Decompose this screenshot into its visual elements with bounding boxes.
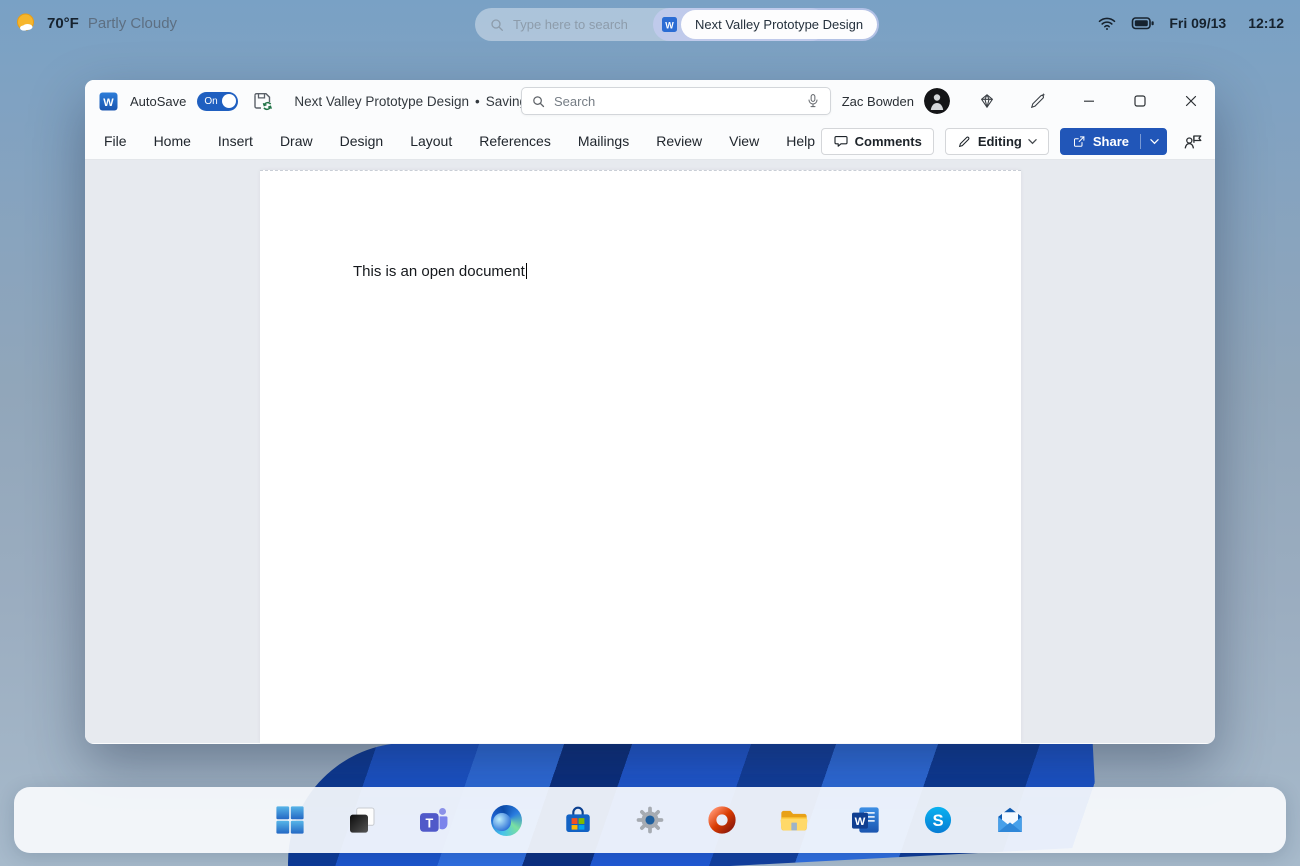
menu-help[interactable]: Help xyxy=(786,133,815,149)
settings-icon[interactable] xyxy=(633,803,667,837)
document-text: This is an open document xyxy=(353,263,525,280)
user-name[interactable]: Zac Bowden xyxy=(842,94,914,109)
clock-time: 12:12 xyxy=(1248,15,1284,31)
share-divider xyxy=(1140,133,1141,149)
text-cursor xyxy=(525,263,527,279)
minimize-button[interactable] xyxy=(1075,87,1103,115)
maximize-button[interactable] xyxy=(1126,87,1154,115)
word-icon: W xyxy=(660,15,679,34)
save-sync-icon[interactable] xyxy=(252,91,273,112)
clock-date: Fri 09/13 xyxy=(1169,15,1227,31)
word-window: W AutoSave On Next Valley Prototype Desi… xyxy=(85,80,1215,744)
menu-insert[interactable]: Insert xyxy=(218,133,253,149)
battery-icon xyxy=(1131,13,1155,33)
edge-icon[interactable] xyxy=(489,803,523,837)
desktop-search-bar[interactable]: W Next Valley Prototype Design xyxy=(475,8,880,41)
desktop-topbar: 70°F Partly Cloudy W Next Valley Prototy… xyxy=(0,0,1300,46)
menu-mailings[interactable]: Mailings xyxy=(578,133,629,149)
comments-label: Comments xyxy=(854,133,922,149)
autosave-label: AutoSave xyxy=(130,93,187,109)
chevron-down-icon xyxy=(1028,138,1037,145)
diamond-icon[interactable] xyxy=(973,87,1001,115)
teams-icon[interactable]: T xyxy=(417,803,451,837)
menu-references[interactable]: References xyxy=(479,133,551,149)
menu-home[interactable]: Home xyxy=(154,133,191,149)
task-view-icon[interactable] xyxy=(345,803,379,837)
autosave-toggle[interactable]: On xyxy=(197,91,239,111)
search-icon xyxy=(531,94,546,109)
share-label: Share xyxy=(1092,133,1129,149)
word-canvas: This is an open document xyxy=(85,160,1215,743)
menu-draw[interactable]: Draw xyxy=(280,133,313,149)
microsoft-store-icon[interactable] xyxy=(561,803,595,837)
system-status-area[interactable]: Fri 09/13 12:12 xyxy=(1097,0,1284,46)
editing-mode-button[interactable]: Editing xyxy=(944,127,1049,155)
pencil-icon xyxy=(957,134,972,149)
user-avatar[interactable] xyxy=(924,88,950,114)
mail-icon[interactable] xyxy=(993,803,1027,837)
editing-label: Editing xyxy=(977,133,1022,149)
person-flag-icon[interactable] xyxy=(1182,130,1204,152)
desktop-search-input[interactable] xyxy=(513,17,653,32)
share-icon xyxy=(1072,134,1087,149)
office-icon[interactable] xyxy=(705,803,739,837)
active-app-label: Next Valley Prototype Design xyxy=(681,10,878,39)
svg-text:T: T xyxy=(425,816,433,830)
file-explorer-icon[interactable] xyxy=(777,803,811,837)
svg-text:W: W xyxy=(665,21,674,31)
menu-layout[interactable]: Layout xyxy=(410,133,452,149)
comments-button[interactable]: Comments xyxy=(820,127,934,155)
svg-text:W: W xyxy=(103,97,114,109)
wifi-icon xyxy=(1097,13,1117,33)
desktop: 70°F Partly Cloudy W Next Valley Prototy… xyxy=(0,0,1300,866)
sparkle-pen-icon[interactable] xyxy=(1024,87,1052,115)
menu-file[interactable]: File xyxy=(104,133,127,149)
title-separator: • xyxy=(474,93,480,109)
document-page[interactable]: This is an open document xyxy=(260,170,1021,743)
skype-icon[interactable]: S xyxy=(921,803,955,837)
svg-text:W: W xyxy=(855,816,866,828)
microphone-icon[interactable] xyxy=(805,93,821,109)
comment-bubble-icon xyxy=(833,133,849,149)
taskbar: T W S xyxy=(14,787,1286,853)
sun-cloud-icon xyxy=(14,11,38,35)
close-button[interactable] xyxy=(1177,87,1205,115)
menu-review[interactable]: Review xyxy=(656,133,702,149)
active-app-chip[interactable]: W Next Valley Prototype Design xyxy=(653,8,880,41)
word-menubar: File Home Insert Draw Design Layout Refe… xyxy=(85,122,1215,160)
menu-design[interactable]: Design xyxy=(340,133,384,149)
word-taskbar-icon[interactable]: W xyxy=(849,803,883,837)
document-title-dropdown[interactable]: Next Valley Prototype Design • Saving... xyxy=(294,94,557,109)
menu-view[interactable]: View xyxy=(729,133,759,149)
word-search-box[interactable] xyxy=(521,87,831,115)
document-title: Next Valley Prototype Design xyxy=(294,93,469,109)
start-button[interactable] xyxy=(273,803,307,837)
autosave-state: On xyxy=(204,95,218,107)
svg-text:S: S xyxy=(932,811,943,830)
word-app-icon: W xyxy=(98,91,119,112)
share-button[interactable]: Share xyxy=(1059,127,1167,155)
word-titlebar: W AutoSave On Next Valley Prototype Desi… xyxy=(85,80,1215,122)
weather-condition: Partly Cloudy xyxy=(87,14,178,32)
chevron-down-icon[interactable] xyxy=(1150,138,1159,145)
weather-widget[interactable]: 70°F Partly Cloudy xyxy=(14,11,177,35)
toggle-knob xyxy=(221,94,236,108)
search-icon xyxy=(489,17,505,33)
word-search-input[interactable] xyxy=(554,93,805,109)
weather-temperature: 70°F xyxy=(47,14,79,32)
